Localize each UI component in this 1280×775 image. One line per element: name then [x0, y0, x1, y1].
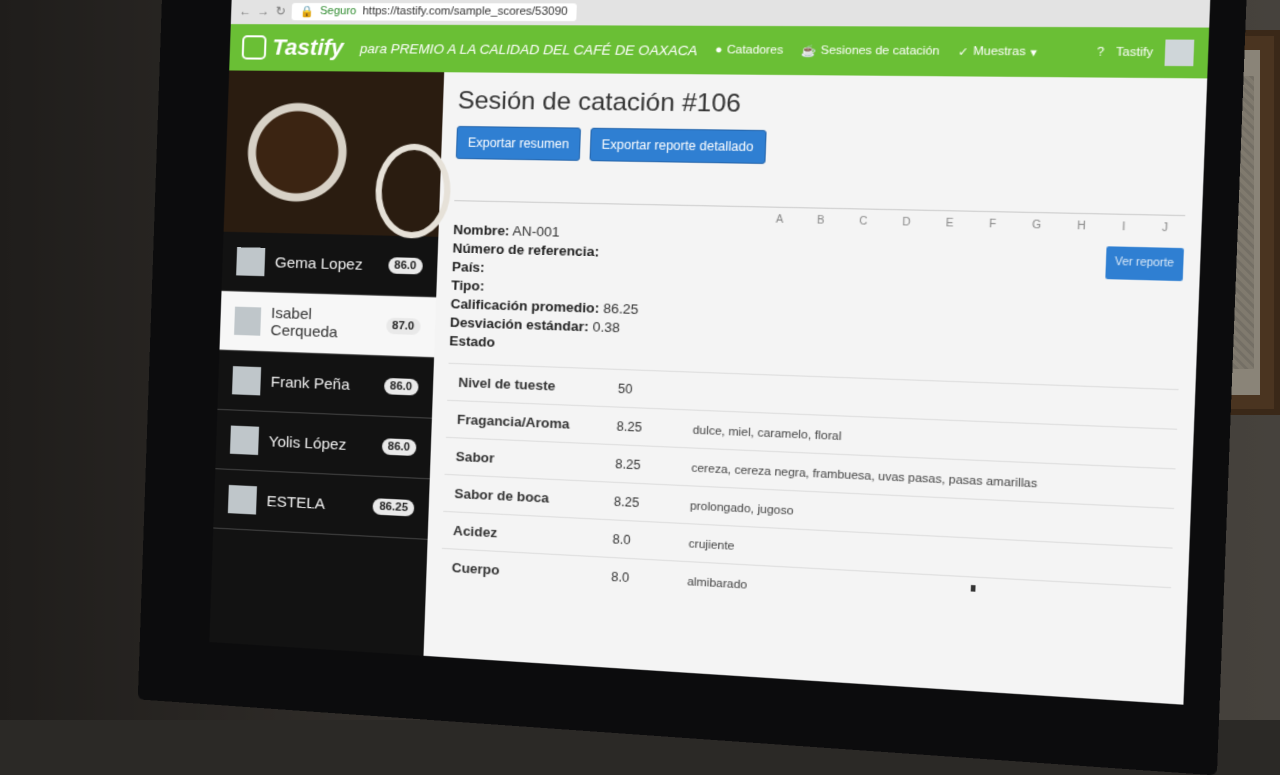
score-badge: 87.0 — [385, 317, 421, 336]
calificacion-value: 86.25 — [603, 300, 639, 318]
avatar-icon — [227, 484, 257, 515]
estado-label: Estado — [449, 332, 496, 350]
taster-item-active[interactable]: Isabel Cerqueda 87.0 — [219, 291, 437, 359]
taster-item[interactable]: Frank Peña 86.0 — [217, 350, 435, 419]
tv-monitor: ← → ↻ 🔒 Seguro https://tastify.com/sampl… — [137, 0, 1247, 775]
users-icon: ● — [714, 43, 723, 57]
taster-name: ESTELA — [266, 492, 326, 513]
caret-down-icon: ▾ — [1030, 45, 1037, 60]
sample-info: Ver reporte Nombre: AN-001 Número de ref… — [449, 221, 1184, 376]
browser-toolbar: ← → ↻ 🔒 Seguro https://tastify.com/sampl… — [230, 0, 1211, 28]
referencia-label: Número de referencia: — [452, 240, 600, 260]
brand-name: Tastify — [271, 34, 345, 61]
attributes-table: Nivel de tueste 50 Fragancia/Aroma 8.25 … — [440, 363, 1179, 627]
score-badge: 86.0 — [383, 377, 419, 396]
score-badge: 86.0 — [387, 257, 423, 275]
avatar-icon — [236, 247, 266, 277]
tagline: para PREMIO A LA CALIDAD DEL CAFÉ DE OAX… — [359, 40, 698, 58]
user-menu-label: Tastify — [1115, 45, 1154, 60]
score-badge: 86.0 — [381, 438, 417, 457]
attribute-value: 50 — [606, 369, 684, 410]
taster-item[interactable]: Yolis López 86.0 — [215, 409, 432, 480]
export-detailed-button[interactable]: Exportar reporte detallado — [589, 127, 767, 164]
nav-catadores[interactable]: ● Catadores — [715, 44, 783, 57]
attribute-value: 8.25 — [605, 406, 683, 448]
nombre-label: Nombre: — [452, 221, 510, 239]
user-menu[interactable]: ? Tastify — [1096, 39, 1195, 67]
coffee-cup-photo — [223, 70, 453, 240]
page-title: Sesión de catación #106 — [457, 86, 742, 119]
top-navbar: Tastify para PREMIO A LA CALIDAD DEL CAF… — [229, 24, 1210, 79]
back-icon[interactable]: ← — [239, 4, 252, 18]
user-avatar[interactable] — [1164, 39, 1195, 67]
avatar-icon — [234, 306, 262, 336]
address-bar[interactable]: 🔒 Seguro https://tastify.com/sample_scor… — [291, 2, 577, 21]
attribute-value: 8.25 — [603, 444, 682, 486]
check-icon: ✓ — [957, 45, 969, 59]
nav-catadores-label: Catadores — [726, 43, 784, 57]
avatar-icon — [231, 366, 262, 396]
taster-name: Frank Peña — [270, 373, 351, 394]
help-icon: ? — [1096, 45, 1105, 59]
export-summary-button[interactable]: Exportar resumen — [455, 125, 582, 161]
pais-label: País: — [451, 258, 485, 276]
taster-item[interactable]: Gema Lopez 86.0 — [221, 231, 439, 298]
taster-name: Yolis López — [268, 432, 347, 454]
forward-icon[interactable]: → — [257, 4, 270, 18]
desviacion-value: 0.38 — [592, 318, 621, 336]
browser-screen: ← → ↻ 🔒 Seguro https://tastify.com/sampl… — [209, 0, 1211, 705]
url-text: https://tastify.com/sample_scores/53090 — [362, 4, 568, 18]
nombre-value: AN-001 — [512, 223, 560, 240]
avatar-icon — [229, 425, 260, 456]
score-badge: 86.25 — [372, 498, 415, 517]
attribute-value: 8.0 — [599, 556, 678, 599]
tasters-sidebar: Gema Lopez 86.0 Isabel Cerqueda 87.0 Fra… — [209, 70, 453, 656]
lock-icon: 🔒 — [299, 5, 315, 18]
attribute-value: 8.0 — [601, 519, 679, 562]
attribute-name: Cuerpo — [440, 548, 602, 594]
tastify-logo-icon — [241, 35, 267, 60]
ver-reporte-button[interactable]: Ver reporte — [1104, 246, 1184, 282]
session-main: Sesión de catación #106 Exportar resumen… — [423, 72, 1207, 704]
cup-icon: ☕ — [800, 44, 817, 58]
nav-sesiones-label: Sesiones de catación — [820, 44, 940, 58]
attribute-value: 8.25 — [602, 481, 680, 524]
mouse-cursor-icon — [970, 585, 976, 592]
nav-muestras[interactable]: ✓ Muestras ▾ — [957, 45, 1037, 60]
taster-name: Gema Lopez — [274, 253, 363, 274]
attribute-name: Nivel de tueste — [447, 363, 608, 407]
taster-name: Isabel Cerqueda — [270, 304, 338, 342]
taster-item[interactable]: ESTELA 86.25 — [213, 469, 430, 540]
nav-muestras-label: Muestras — [972, 45, 1026, 59]
nav-sesiones[interactable]: ☕ Sesiones de catación — [801, 44, 940, 59]
secure-label: Seguro — [319, 4, 357, 17]
brand[interactable]: Tastify — [241, 34, 345, 61]
reload-icon[interactable]: ↻ — [275, 4, 286, 18]
calificacion-label: Calificación promedio: — [450, 295, 600, 316]
tipo-label: Tipo: — [451, 277, 485, 294]
desviacion-label: Desviación estándar: — [449, 314, 589, 335]
